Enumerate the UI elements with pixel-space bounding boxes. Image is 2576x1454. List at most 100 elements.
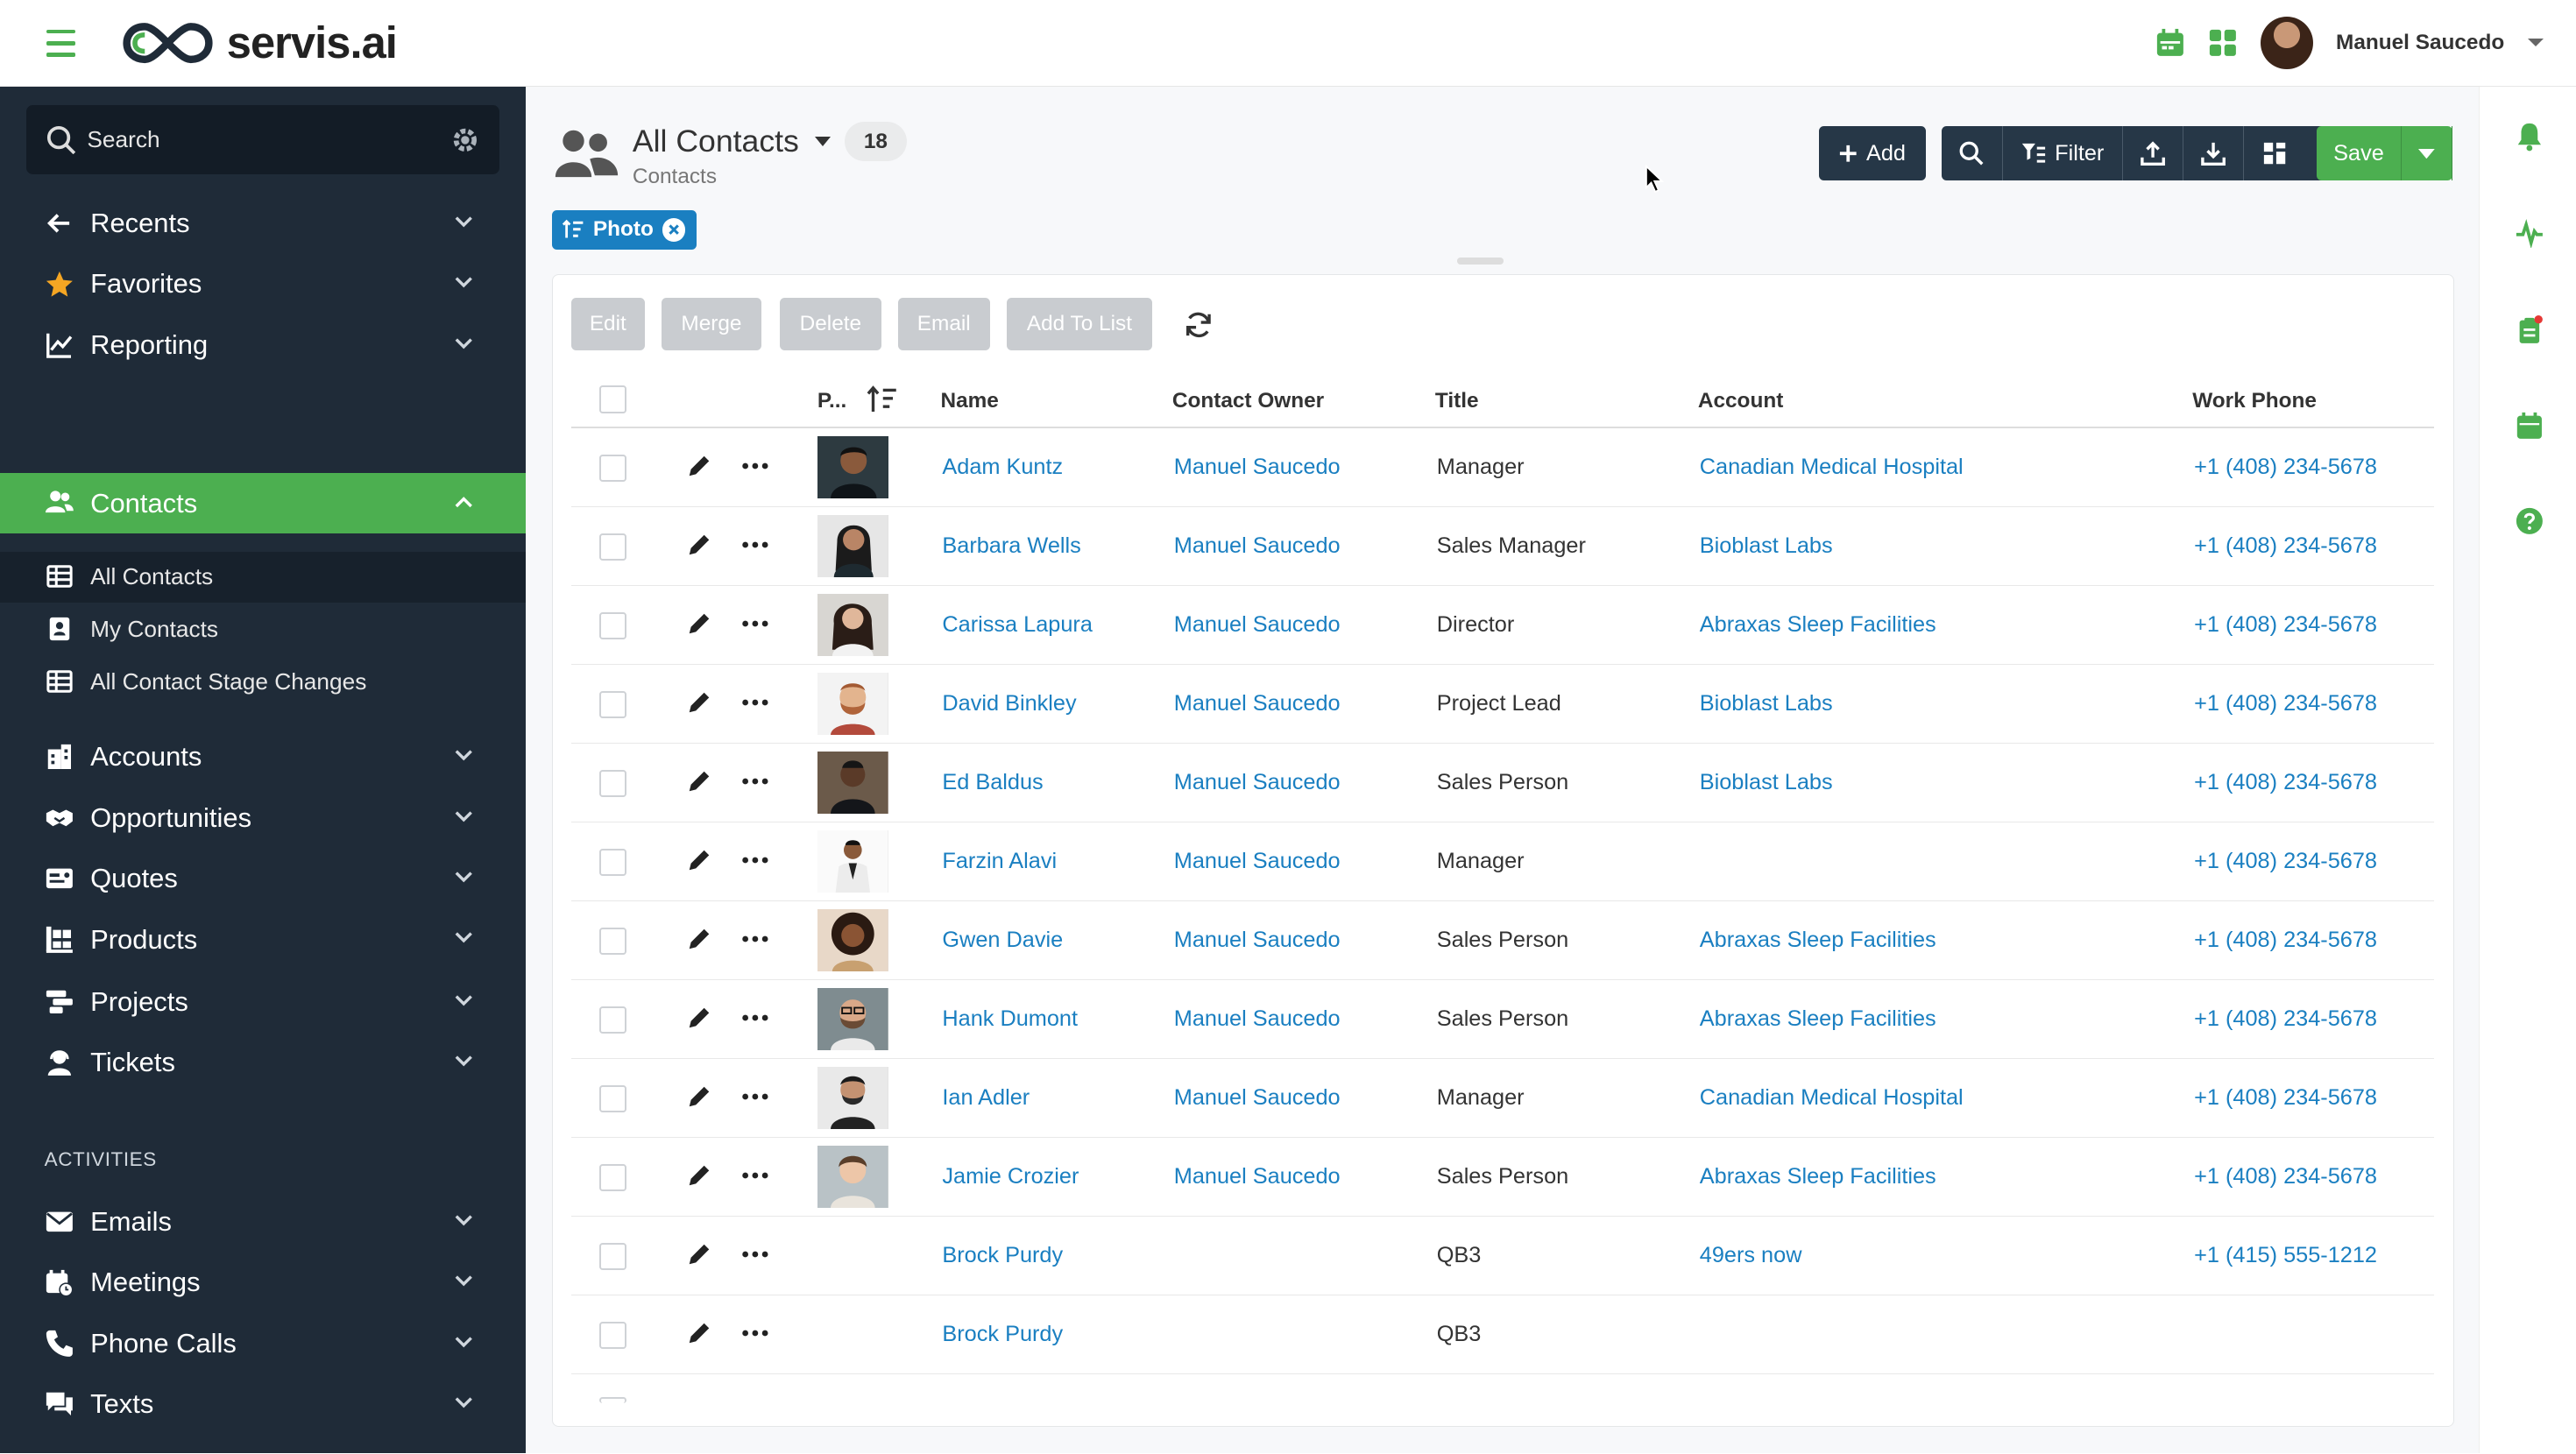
contact-name-link[interactable]: Adam Kuntz — [942, 455, 1063, 480]
email-button[interactable]: Email — [897, 298, 990, 351]
contact-owner-link[interactable]: Manuel Saucedo — [1174, 612, 1341, 638]
table-row[interactable]: David Binkley Manuel Saucedo Project Lea… — [570, 665, 2434, 744]
column-header-photo[interactable]: P... — [817, 389, 846, 413]
account-link[interactable]: Abraxas Sleep Facilities — [1700, 928, 1936, 953]
column-header-account[interactable]: Account — [1698, 389, 1783, 413]
more-options-icon[interactable] — [740, 689, 770, 716]
row-checkbox[interactable] — [598, 611, 627, 640]
sidebar-item-phone-calls[interactable]: Phone Calls — [0, 1316, 526, 1372]
drag-handle[interactable] — [1457, 258, 1504, 265]
sidebar-item-favorites[interactable]: Favorites — [0, 257, 526, 313]
table-row[interactable]: Barbara Wells Manuel Saucedo Sales Manag… — [570, 507, 2434, 586]
table-row[interactable]: Gwen Davie Manuel Saucedo Sales Person A… — [570, 901, 2434, 980]
row-checkbox[interactable] — [598, 1242, 627, 1271]
contact-photo[interactable] — [817, 829, 888, 893]
table-row[interactable]: Ed Baldus Manuel Saucedo Sales Person Bi… — [570, 744, 2434, 822]
sidebar-item-recents[interactable]: Recents — [0, 195, 526, 251]
pencil-icon[interactable] — [686, 1162, 712, 1189]
add-to-list-button[interactable]: Add To List — [1006, 298, 1153, 351]
row-checkbox[interactable] — [598, 769, 627, 798]
more-options-icon[interactable] — [740, 532, 770, 558]
logo[interactable]: servis.ai — [122, 13, 398, 73]
work-phone-link[interactable]: +1 (408) 234-5678 — [2194, 849, 2377, 874]
export-button[interactable] — [2123, 126, 2183, 181]
more-options-icon[interactable] — [740, 926, 770, 952]
contact-name-link[interactable]: David Binkley — [942, 691, 1076, 716]
more-options-icon[interactable] — [740, 768, 770, 794]
contact-owner-link[interactable]: Manuel Saucedo — [1174, 691, 1341, 716]
pencil-icon[interactable] — [686, 611, 712, 637]
row-checkbox[interactable] — [598, 1163, 627, 1192]
remove-filter-icon[interactable] — [662, 218, 685, 242]
work-phone-link[interactable]: +1 (408) 234-5678 — [2194, 1006, 2377, 1032]
contact-photo[interactable] — [817, 751, 888, 815]
work-phone-link[interactable]: +1 (408) 234-5678 — [2194, 455, 2377, 480]
account-link[interactable]: Abraxas Sleep Facilities — [1700, 612, 1936, 638]
pencil-icon[interactable] — [686, 532, 712, 558]
work-phone-link[interactable]: +1 (408) 234-5678 — [2194, 928, 2377, 953]
contact-name-link[interactable]: Hank Dumont — [942, 1006, 1078, 1032]
column-header-work-phone[interactable]: Work Phone — [2192, 389, 2317, 413]
account-link[interactable]: Abraxas Sleep Facilities — [1700, 1006, 1936, 1032]
contact-name-link[interactable]: Carissa Lapura — [942, 612, 1093, 638]
contact-owner-link[interactable]: Manuel Saucedo — [1174, 1006, 1341, 1032]
more-options-icon[interactable] — [740, 1005, 770, 1031]
pencil-icon[interactable] — [686, 847, 712, 873]
account-link[interactable]: Canadian Medical Hospital — [1700, 1085, 1964, 1111]
more-options-icon[interactable] — [740, 1320, 770, 1346]
contact-photo[interactable] — [817, 593, 888, 657]
pencil-icon[interactable] — [686, 1083, 712, 1110]
user-avatar[interactable] — [2260, 16, 2313, 69]
more-options-icon[interactable] — [740, 1241, 770, 1267]
filter-chip-photo[interactable]: Photo — [552, 210, 697, 250]
hamburger-menu-icon[interactable] — [43, 25, 79, 60]
more-options-icon[interactable] — [740, 1162, 770, 1189]
sidebar-item-quotes[interactable]: Quotes — [0, 851, 526, 907]
sidebar-subitem-my-contacts[interactable]: My Contacts — [0, 604, 526, 655]
pencil-icon[interactable] — [686, 453, 712, 479]
row-checkbox[interactable] — [598, 1396, 627, 1404]
column-header-name[interactable]: Name — [941, 389, 999, 413]
sidebar-subitem-stage-changes[interactable]: All Contact Stage Changes — [0, 657, 526, 708]
layout-button[interactable] — [2244, 126, 2304, 180]
calendar-icon[interactable] — [2515, 411, 2544, 441]
filter-button[interactable]: Filter — [2003, 126, 2123, 181]
user-name[interactable]: Manuel Saucedo — [2336, 31, 2504, 55]
add-button[interactable]: Add — [1818, 126, 1926, 181]
work-phone-link[interactable]: +1 (408) 234-5678 — [2194, 1085, 2377, 1111]
contact-name-link[interactable]: Jamie Crozier — [942, 1164, 1079, 1189]
contact-photo[interactable] — [817, 987, 888, 1051]
more-options-icon[interactable] — [740, 611, 770, 637]
pencil-icon[interactable] — [686, 768, 712, 794]
pencil-icon[interactable] — [686, 1320, 712, 1346]
work-phone-link[interactable]: +1 (415) 555-1212 — [2194, 1243, 2377, 1268]
sidebar-item-texts[interactable]: Texts — [0, 1376, 526, 1432]
contact-photo[interactable] — [817, 908, 888, 972]
contact-photo[interactable] — [817, 672, 888, 736]
import-button[interactable] — [2183, 126, 2245, 181]
work-phone-link[interactable]: +1 (408) 234-5678 — [2194, 533, 2377, 559]
select-all-checkbox[interactable] — [598, 385, 627, 413]
pencil-icon[interactable] — [686, 926, 712, 952]
edit-button[interactable]: Edit — [570, 298, 645, 351]
contact-photo[interactable] — [817, 514, 888, 578]
pencil-icon[interactable] — [686, 1005, 712, 1031]
contact-owner-link[interactable]: Manuel Saucedo — [1174, 1085, 1341, 1111]
sidebar-subitem-all-contacts[interactable]: All Contacts — [0, 552, 526, 603]
row-checkbox[interactable] — [598, 454, 627, 483]
contact-owner-link[interactable]: Manuel Saucedo — [1174, 849, 1341, 874]
account-link[interactable]: Canadian Medical Hospital — [1700, 455, 1964, 480]
sort-ascending-icon[interactable] — [867, 385, 898, 413]
row-checkbox[interactable] — [598, 1006, 627, 1034]
table-row[interactable]: Brock Purdy QB3 — [570, 1295, 2434, 1374]
sidebar-item-products[interactable]: Products — [0, 912, 526, 968]
account-link[interactable]: Abraxas Sleep Facilities — [1700, 1164, 1936, 1189]
contact-name-link[interactable]: Ed Baldus — [942, 770, 1043, 795]
more-options-icon[interactable] — [740, 1083, 770, 1110]
pencil-icon[interactable] — [686, 1241, 712, 1267]
sidebar-item-reporting[interactable]: Reporting — [0, 317, 526, 373]
refresh-icon[interactable] — [1184, 310, 1214, 340]
contact-name-link[interactable]: Brock Purdy — [942, 1243, 1063, 1268]
table-row[interactable]: Jamie Crozier Manuel Saucedo Sales Perso… — [570, 1138, 2434, 1217]
account-link[interactable]: 49ers now — [1700, 1243, 1802, 1268]
